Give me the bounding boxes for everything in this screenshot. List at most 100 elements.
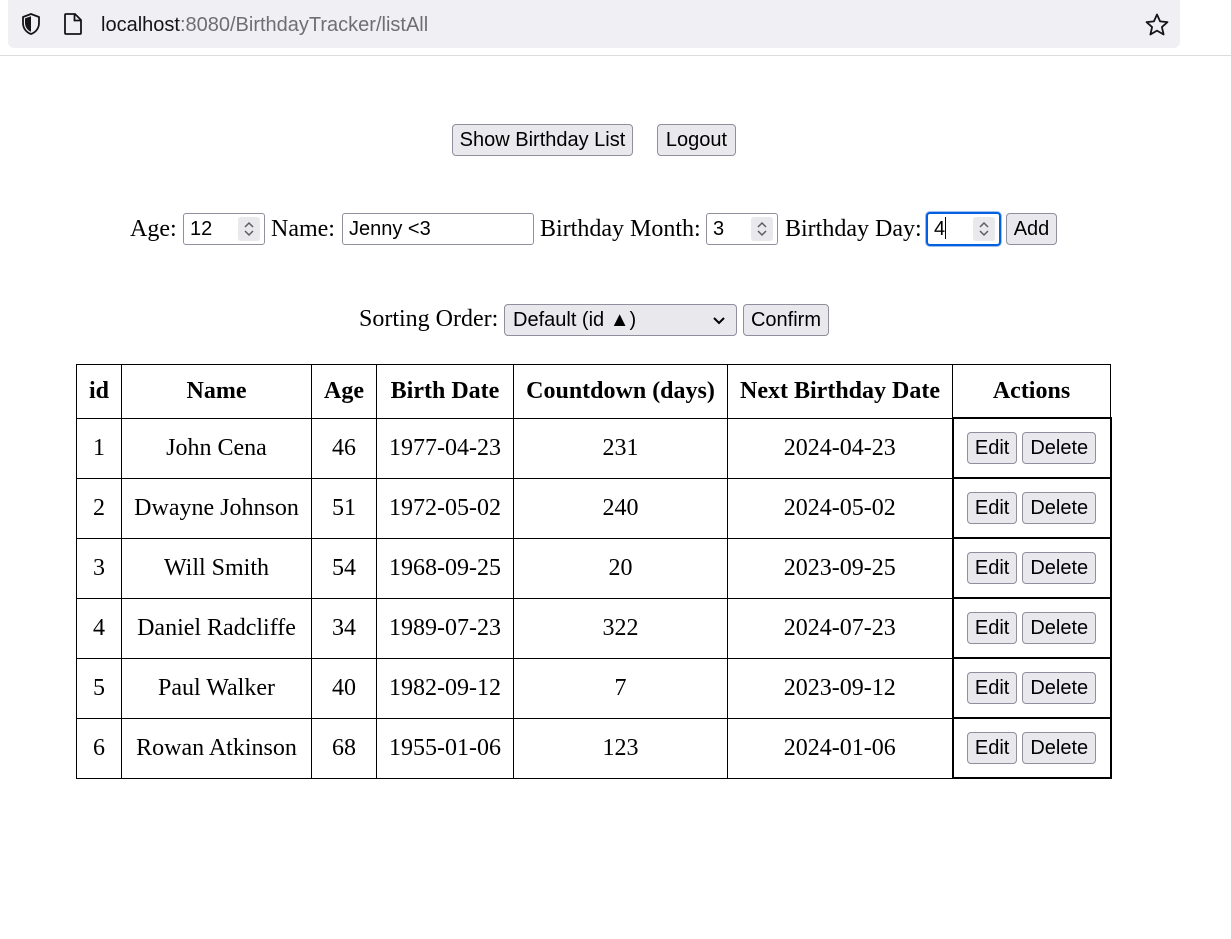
cell-name: Paul Walker <box>121 657 312 719</box>
browser-toolbar: localhost:8080/BirthdayTracker/listAll <box>0 0 1231 56</box>
bookmark-star-icon[interactable] <box>1144 12 1170 38</box>
cell-birth-date: 1977-04-23 <box>376 417 514 479</box>
cell-birth-date: 1989-07-23 <box>376 597 514 659</box>
cell-actions: Edit Delete <box>951 477 1112 539</box>
cell-birth-date: 1972-05-02 <box>376 477 514 539</box>
cell-next-birthday: 2023-09-25 <box>727 537 953 599</box>
cell-birth-date: 1955-01-06 <box>376 717 514 779</box>
cell-next-birthday: 2023-09-12 <box>727 657 953 719</box>
table-header-row: id Name Age Birth Date Countdown (days) … <box>76 364 1111 419</box>
cell-name: Dwayne Johnson <box>121 477 312 539</box>
delete-button[interactable]: Delete <box>1022 552 1097 584</box>
cell-age: 68 <box>311 717 377 779</box>
cell-countdown: 20 <box>513 537 728 599</box>
age-label: Age: <box>130 216 177 242</box>
chevron-down-icon <box>713 317 725 325</box>
birthday-month-input[interactable]: 3 <box>706 213 778 245</box>
cell-id: 4 <box>76 597 122 659</box>
text-caret <box>945 217 947 239</box>
cell-id: 3 <box>76 537 122 599</box>
name-label: Name: <box>271 216 335 242</box>
table-row: 3 Will Smith 54 1968-09-25 20 2023-09-25… <box>76 537 1112 599</box>
header-actions: Actions <box>952 364 1111 419</box>
cell-name: Daniel Radcliffe <box>121 597 312 659</box>
age-spinner[interactable] <box>238 217 260 241</box>
delete-button[interactable]: Delete <box>1022 432 1097 464</box>
confirm-button[interactable]: Confirm <box>743 304 829 336</box>
name-input[interactable]: Jenny <3 <box>342 213 534 245</box>
delete-button[interactable]: Delete <box>1022 732 1097 764</box>
header-countdown: Countdown (days) <box>513 364 728 419</box>
edit-button[interactable]: Edit <box>966 492 1018 524</box>
table-row: 5 Paul Walker 40 1982-09-12 7 2023-09-12… <box>76 657 1112 719</box>
cell-actions: Edit Delete <box>951 597 1112 659</box>
shield-icon[interactable] <box>19 12 43 36</box>
birthday-day-label: Birthday Day: <box>785 216 922 242</box>
cell-id: 1 <box>76 417 122 479</box>
cell-countdown: 322 <box>513 597 728 659</box>
table-row: 4 Daniel Radcliffe 34 1989-07-23 322 202… <box>76 597 1112 659</box>
cell-name: Rowan Atkinson <box>121 717 312 779</box>
cell-age: 34 <box>311 597 377 659</box>
delete-button[interactable]: Delete <box>1022 492 1097 524</box>
table-row: 2 Dwayne Johnson 51 1972-05-02 240 2024-… <box>76 477 1112 539</box>
cell-birth-date: 1968-09-25 <box>376 537 514 599</box>
day-value: 4 <box>934 218 946 240</box>
header-id: id <box>76 364 122 419</box>
cell-name: Will Smith <box>121 537 312 599</box>
day-spinner[interactable] <box>973 217 995 241</box>
edit-button[interactable]: Edit <box>966 552 1018 584</box>
cell-next-birthday: 2024-07-23 <box>727 597 953 659</box>
show-birthday-list-button[interactable]: Show Birthday List <box>452 124 633 156</box>
header-age: Age <box>311 364 377 419</box>
delete-button[interactable]: Delete <box>1022 672 1097 704</box>
logout-button[interactable]: Logout <box>657 124 736 156</box>
cell-actions: Edit Delete <box>951 537 1112 599</box>
cell-age: 40 <box>311 657 377 719</box>
cell-age: 54 <box>311 537 377 599</box>
edit-button[interactable]: Edit <box>966 732 1018 764</box>
cell-id: 5 <box>76 657 122 719</box>
cell-birth-date: 1982-09-12 <box>376 657 514 719</box>
cell-next-birthday: 2024-01-06 <box>727 717 953 779</box>
header-next-birthday: Next Birthday Date <box>727 364 953 419</box>
cell-next-birthday: 2024-04-23 <box>727 417 953 479</box>
table-row: 1 John Cena 46 1977-04-23 231 2024-04-23… <box>76 417 1112 479</box>
header-birth-date: Birth Date <box>376 364 514 419</box>
table-row: 6 Rowan Atkinson 68 1955-01-06 123 2024-… <box>76 717 1112 779</box>
age-input[interactable]: 12 <box>183 213 265 245</box>
month-spinner[interactable] <box>751 217 773 241</box>
cell-age: 46 <box>311 417 377 479</box>
cell-name: John Cena <box>121 417 312 479</box>
cell-age: 51 <box>311 477 377 539</box>
cell-countdown: 7 <box>513 657 728 719</box>
header-name: Name <box>121 364 312 419</box>
cell-countdown: 240 <box>513 477 728 539</box>
cell-actions: Edit Delete <box>951 657 1112 719</box>
age-value: 12 <box>190 218 213 240</box>
url-text[interactable]: localhost:8080/BirthdayTracker/listAll <box>101 13 428 37</box>
sorting-order-label: Sorting Order: <box>359 306 499 332</box>
edit-button[interactable]: Edit <box>966 432 1018 464</box>
cell-id: 6 <box>76 717 122 779</box>
cell-countdown: 123 <box>513 717 728 779</box>
birthday-table: id Name Age Birth Date Countdown (days) … <box>76 364 1112 779</box>
cell-actions: Edit Delete <box>951 717 1112 779</box>
name-value: Jenny <3 <box>349 218 431 240</box>
cell-id: 2 <box>76 477 122 539</box>
month-value: 3 <box>713 218 725 240</box>
page-icon <box>64 13 82 35</box>
birthday-day-input[interactable]: 4 <box>926 212 1001 246</box>
cell-next-birthday: 2024-05-02 <box>727 477 953 539</box>
sorting-order-select[interactable]: Default (id ▲) <box>504 304 737 336</box>
edit-button[interactable]: Edit <box>966 672 1018 704</box>
birthday-month-label: Birthday Month: <box>540 216 701 242</box>
url-path: :8080/BirthdayTracker/listAll <box>179 14 429 36</box>
url-host: localhost <box>101 14 180 36</box>
cell-actions: Edit Delete <box>951 417 1112 479</box>
edit-button[interactable]: Edit <box>966 612 1018 644</box>
add-button[interactable]: Add <box>1006 213 1057 245</box>
cell-countdown: 231 <box>513 417 728 479</box>
delete-button[interactable]: Delete <box>1022 612 1097 644</box>
sorting-order-value: Default (id ▲) <box>513 309 637 331</box>
